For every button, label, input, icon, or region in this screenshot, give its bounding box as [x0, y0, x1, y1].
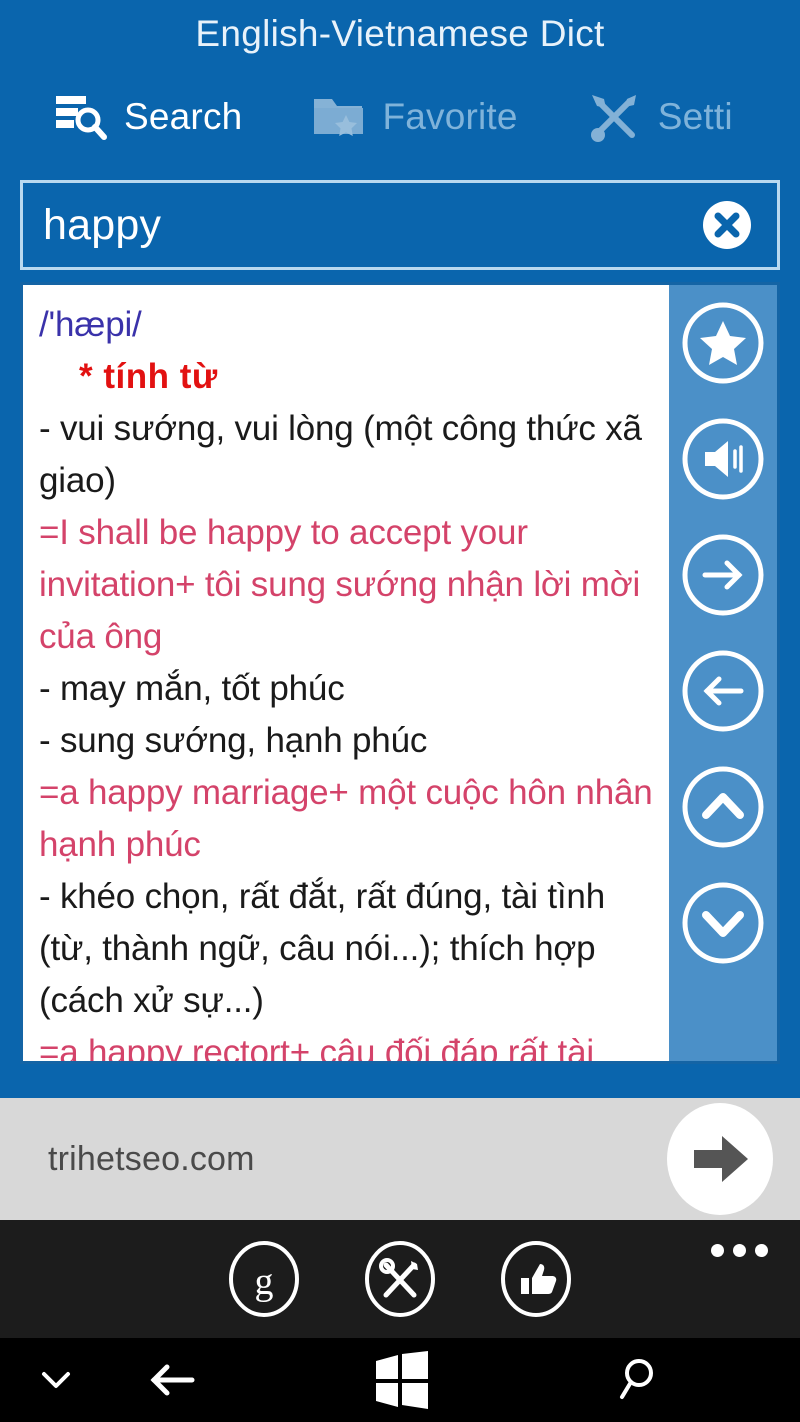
definition-line: - may mắn, tốt phúc: [39, 669, 345, 708]
backward-button[interactable]: [679, 647, 767, 735]
clear-circle-icon[interactable]: [699, 197, 755, 253]
more-dot: [733, 1244, 746, 1257]
definition-line: * tính từ: [79, 357, 218, 396]
nav-start-button[interactable]: [372, 1351, 430, 1409]
folder-star-icon: [314, 99, 364, 136]
definition-line: =I shall be happy to accept your invitat…: [39, 513, 641, 656]
nav-search-button[interactable]: [608, 1353, 662, 1407]
tab-settings[interactable]: Setti: [586, 89, 733, 145]
definition-line: - khéo chọn, rất đắt, rất đúng, tài tình…: [39, 877, 605, 1020]
app-window: English-Vietnamese Dict Search Favorite: [0, 0, 800, 1422]
definition-line: =a happy rectort+ câu đối đáp rất tài tì…: [39, 1033, 594, 1061]
app-bar: g: [0, 1220, 800, 1338]
tab-favorite[interactable]: Favorite: [310, 89, 518, 145]
tab-favorite-label: Favorite: [382, 96, 518, 137]
tools-button[interactable]: [361, 1240, 439, 1318]
nav-back-button[interactable]: [140, 1349, 202, 1411]
definition-line: - sung sướng, hạnh phúc: [39, 721, 428, 760]
svg-text:g: g: [255, 1261, 274, 1303]
definition-line: /'hæpi/: [39, 305, 142, 344]
scroll-up-button[interactable]: [679, 763, 767, 851]
forward-button[interactable]: [679, 531, 767, 619]
system-nav-bar: [0, 1338, 800, 1422]
ad-banner[interactable]: trihetseo.com: [0, 1098, 800, 1220]
page-title: English-Vietnamese Dict: [195, 13, 605, 54]
definition-panel: /'hæpi/ * tính từ - vui sướng, vui lòng …: [20, 282, 780, 1064]
ad-cta-button[interactable]: [664, 1103, 776, 1215]
action-rail: [669, 285, 777, 1061]
tab-settings-label: Setti: [657, 96, 733, 137]
tab-search-label: Search: [124, 96, 243, 137]
definition-line: =a happy marriage+ một cuộc hôn nhân hạn…: [39, 773, 653, 864]
google-button[interactable]: g: [225, 1240, 303, 1318]
search-section: [0, 166, 800, 270]
more-dot: [755, 1244, 768, 1257]
thumbs-up-button[interactable]: [497, 1240, 575, 1318]
search-list-icon: [56, 96, 107, 140]
app-bar-more-button[interactable]: [711, 1244, 768, 1257]
favorite-star-button[interactable]: [679, 299, 767, 387]
tab-search[interactable]: Search: [52, 89, 242, 145]
definition-line: - vui sướng, vui lòng (một công thức xã …: [39, 409, 642, 500]
ad-url-label: trihetseo.com: [48, 1139, 255, 1178]
scroll-down-button[interactable]: [679, 879, 767, 967]
definition-text[interactable]: /'hæpi/ * tính từ - vui sướng, vui lòng …: [23, 285, 669, 1061]
tools-icon: [590, 95, 636, 142]
speak-button[interactable]: [679, 415, 767, 503]
search-box[interactable]: [20, 180, 780, 270]
nav-collapse-button[interactable]: [30, 1354, 82, 1406]
search-input[interactable]: [23, 200, 699, 250]
pivot-header: Search Favorite Setti: [0, 68, 800, 166]
more-dot: [711, 1244, 724, 1257]
